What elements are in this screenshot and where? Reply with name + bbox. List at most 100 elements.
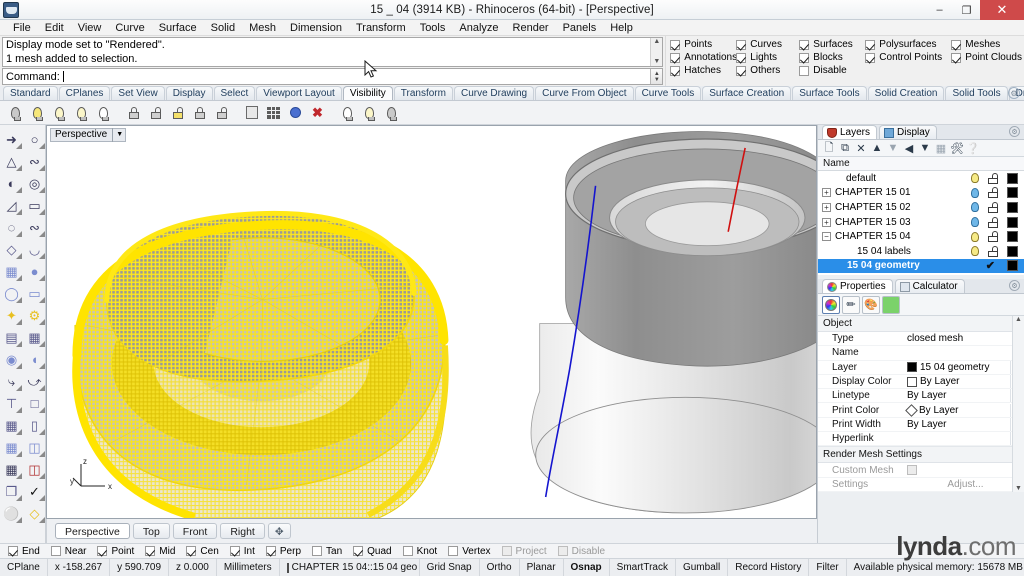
layer-row-chapter-15-02[interactable]: + CHAPTER 15 02 xyxy=(818,200,1024,215)
lock-toggle-icon[interactable] xyxy=(211,102,232,123)
layer-visibility-icon[interactable] xyxy=(971,231,979,242)
properties-scrollbar[interactable]: ▲ ▼ xyxy=(1012,316,1024,492)
checkbox-icon[interactable] xyxy=(907,465,917,476)
show-objects-icon[interactable] xyxy=(27,102,48,123)
scroll-up-icon[interactable]: ▲ xyxy=(653,38,660,46)
offset-curve-icon[interactable]: ⤷ xyxy=(0,370,23,392)
layer-visibility-icon[interactable] xyxy=(971,246,979,257)
checkbox-icon[interactable] xyxy=(736,52,747,63)
gear-icon[interactable]: ⚙ xyxy=(1008,87,1020,99)
panel-tab-display[interactable]: Display xyxy=(879,125,937,139)
layer-color-swatch[interactable] xyxy=(1007,245,1018,257)
viewport-label[interactable]: Perspective ▼ xyxy=(50,128,127,142)
menu-transform[interactable]: Transform xyxy=(349,20,413,36)
layer-lock-icon[interactable] xyxy=(988,245,998,257)
filter-meshes[interactable]: Meshes xyxy=(951,39,1022,50)
checkbox-icon[interactable] xyxy=(670,39,681,50)
help-icon[interactable]: ❔ xyxy=(966,141,980,155)
show-layer-icon[interactable] xyxy=(359,102,380,123)
swap-locked-icon[interactable] xyxy=(189,102,210,123)
checkbox-icon[interactable] xyxy=(312,546,323,556)
property-row-hyperlink[interactable]: Hyperlink ... xyxy=(818,432,1024,447)
expander-icon[interactable]: + xyxy=(822,217,831,227)
surface-from-points-icon[interactable]: ◇ xyxy=(0,238,23,260)
move-up-icon[interactable]: ▲ xyxy=(870,141,884,155)
tab-viewport-layout[interactable]: Viewport Layout xyxy=(256,86,342,100)
viewport-tab-add[interactable]: ✥ xyxy=(267,523,291,539)
expander-icon[interactable]: + xyxy=(822,188,831,198)
delete-layer-icon[interactable]: ✕ xyxy=(854,141,868,155)
status-cplane[interactable]: CPlane xyxy=(0,559,48,576)
menu-view[interactable]: View xyxy=(71,20,109,36)
point-icon[interactable]: ○ xyxy=(23,128,46,150)
status-smarttrack[interactable]: SmartTrack xyxy=(610,559,676,576)
checkbox-icon[interactable] xyxy=(799,39,810,50)
checkbox-icon[interactable] xyxy=(50,546,61,556)
property-row-layer[interactable]: Layer 15 04 geometry ▼ xyxy=(818,360,1024,375)
osnap-cen[interactable]: Cen xyxy=(186,546,219,557)
command-spinner[interactable]: ▲ ▼ xyxy=(650,69,663,84)
gear-icon[interactable]: ⚙ xyxy=(1009,126,1020,137)
filter-others[interactable]: Others xyxy=(736,65,799,76)
box-icon[interactable]: ▦ xyxy=(0,260,23,282)
checkbox-icon[interactable] xyxy=(402,546,413,556)
checkbox-icon[interactable] xyxy=(799,52,810,63)
command-history-scrollbar[interactable]: ▲ ▼ xyxy=(650,38,663,66)
checkbox-icon[interactable] xyxy=(799,65,810,76)
plane-surface-icon[interactable]: ▭ xyxy=(23,282,46,304)
layer-color-swatch[interactable] xyxy=(1007,187,1018,199)
checkbox-icon[interactable] xyxy=(951,52,962,63)
filter-curves[interactable]: Curves xyxy=(736,39,799,50)
tab-transform[interactable]: Transform xyxy=(393,86,453,100)
checkbox-icon[interactable] xyxy=(670,52,681,63)
checkbox-icon[interactable] xyxy=(145,546,156,556)
menu-analyze[interactable]: Analyze xyxy=(452,20,505,36)
unlock-objects-icon[interactable] xyxy=(145,102,166,123)
curve-from-object-icon[interactable]: ◿ xyxy=(0,194,23,216)
menu-curve[interactable]: Curve xyxy=(108,20,151,36)
filter-blocks[interactable]: Blocks xyxy=(799,52,865,63)
property-row-display-color[interactable]: Display Color By Layer ▼ xyxy=(818,375,1024,390)
layer-color-swatch[interactable] xyxy=(1007,231,1018,243)
osnap-mid[interactable]: Mid xyxy=(145,546,175,557)
menu-solid[interactable]: Solid xyxy=(204,20,242,36)
scroll-down-icon[interactable]: ▼ xyxy=(1015,485,1022,492)
menu-edit[interactable]: Edit xyxy=(38,20,71,36)
status-current-layer[interactable]: CHAPTER 15 04::15 04 geo xyxy=(280,559,420,576)
osnap-tan[interactable]: Tan xyxy=(312,546,342,557)
layer-lock-icon[interactable] xyxy=(988,172,998,184)
array-icon[interactable]: ▦ xyxy=(0,414,23,436)
osnap-perp[interactable]: Perp xyxy=(265,546,301,557)
layer-row-chapter-15-03[interactable]: + CHAPTER 15 03 xyxy=(818,215,1024,230)
checkbox-icon[interactable] xyxy=(97,546,108,556)
tab-visibility[interactable]: Visibility xyxy=(342,86,393,100)
join-icon[interactable]: ⚙ xyxy=(23,304,46,326)
tab-curve-from-object[interactable]: Curve From Object xyxy=(535,86,634,100)
expander-icon[interactable]: + xyxy=(822,202,831,212)
layer-color-swatch[interactable] xyxy=(1007,260,1018,272)
polyline-icon[interactable]: △ xyxy=(0,150,23,172)
checkbox-icon[interactable] xyxy=(265,546,276,556)
layers-list[interactable]: default + CHAPTER 15 01 + CHAPTER 15 02 xyxy=(818,171,1024,275)
checkbox-icon[interactable] xyxy=(8,546,18,556)
filter-icon[interactable]: ▼ xyxy=(918,141,932,155)
lock-objects-icon[interactable] xyxy=(123,102,144,123)
unlock-selected-icon[interactable] xyxy=(167,102,188,123)
checkbox-icon[interactable] xyxy=(186,546,197,556)
copy-icon[interactable]: ❐ xyxy=(0,480,23,502)
trim-icon[interactable]: ▤ xyxy=(0,326,23,348)
osnap-quad[interactable]: Quad xyxy=(353,546,392,557)
panel-tab-layers[interactable]: Layers xyxy=(822,125,878,139)
restore-button[interactable]: ❐ xyxy=(953,0,980,20)
properties-icon[interactable]: ▦ xyxy=(934,141,948,155)
filter-point-clouds[interactable]: Point Clouds xyxy=(951,52,1022,63)
spin-down-icon[interactable]: ▼ xyxy=(654,77,660,83)
status-filter[interactable]: Filter xyxy=(809,559,847,576)
osnap-vertex[interactable]: Vertex xyxy=(448,546,491,557)
cap-icon[interactable]: ▦ xyxy=(0,436,23,458)
close-button[interactable]: ✕ xyxy=(980,0,1024,20)
new-sublayer-icon[interactable]: ⧉ xyxy=(838,141,852,155)
delete-hidden-icon[interactable]: ✖ xyxy=(307,102,328,123)
layer-visibility-icon[interactable] xyxy=(971,187,979,198)
minimize-button[interactable]: – xyxy=(926,0,953,20)
